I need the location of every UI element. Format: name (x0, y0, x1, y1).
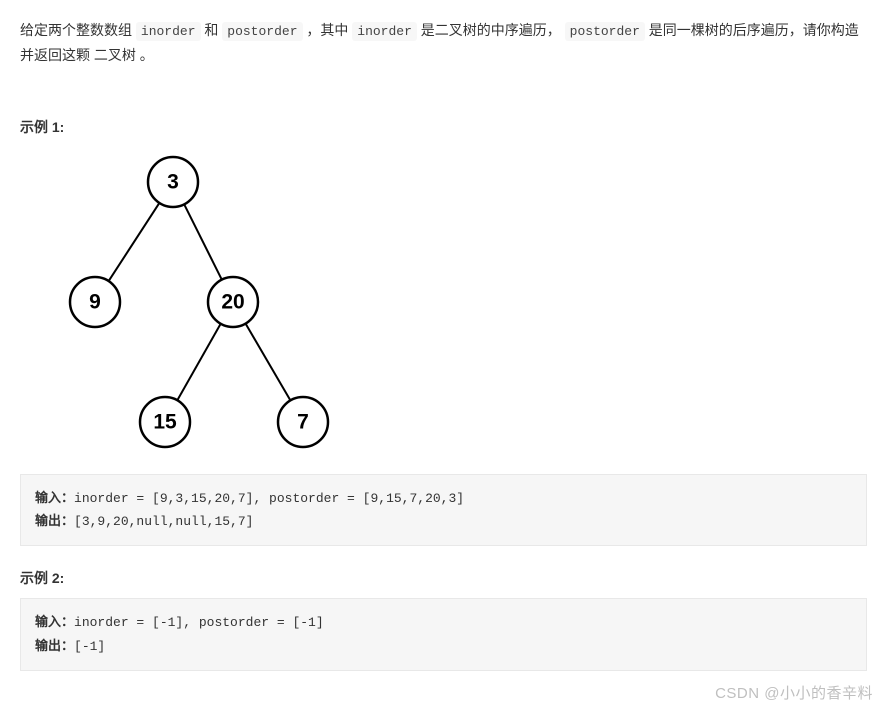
example-title: 示例 2: (20, 568, 867, 588)
desc-code: inorder (352, 22, 417, 41)
output-label: 输出： (35, 639, 74, 654)
tree-node-label: 7 (297, 410, 309, 433)
tree-container: 3 9 20 15 7 (40, 147, 867, 460)
example-title: 示例 1: (20, 117, 867, 137)
desc-text: ，其中 (303, 22, 353, 38)
tree-edge (246, 323, 291, 400)
output-value: [3,9,20,null,null,15,7] (74, 514, 253, 529)
desc-code: postorder (222, 22, 302, 41)
input-value: inorder = [-1], postorder = [-1] (74, 615, 324, 630)
tree-node-label: 15 (153, 410, 177, 433)
tree-node-label: 9 (89, 290, 101, 313)
input-line: 输入：inorder = [9,3,15,20,7], postorder = … (35, 487, 852, 510)
desc-code: inorder (136, 22, 201, 41)
tree-node-label: 20 (221, 290, 244, 313)
problem-description: 给定两个整数数组 inorder 和 postorder ，其中 inorder… (20, 18, 867, 69)
desc-text: 是二叉树的中序遍历， (417, 22, 565, 38)
example-section: 示例 2: 输入：inorder = [-1], postorder = [-1]… (20, 568, 867, 671)
example-section: 示例 1: 3 9 20 15 7 输入：inorder = [9,3,15,20,7], … (20, 117, 867, 547)
desc-code: postorder (565, 22, 645, 41)
binary-tree-diagram: 3 9 20 15 7 (40, 147, 340, 457)
output-line: 输出：[3,9,20,null,null,15,7] (35, 510, 852, 533)
input-value: inorder = [9,3,15,20,7], postorder = [9,… (74, 491, 464, 506)
example-code-block: 输入：inorder = [9,3,15,20,7], postorder = … (20, 474, 867, 547)
input-label: 输入： (35, 615, 74, 630)
output-label: 输出： (35, 514, 74, 529)
desc-text: 给定两个整数数组 (20, 22, 136, 38)
tree-edge (109, 203, 160, 281)
watermark: CSDN @小小的香辛料 (715, 682, 873, 703)
tree-edge (184, 204, 222, 279)
example-code-block: 输入：inorder = [-1], postorder = [-1]输出：[-… (20, 598, 867, 671)
output-line: 输出：[-1] (35, 635, 852, 658)
input-line: 输入：inorder = [-1], postorder = [-1] (35, 611, 852, 634)
input-label: 输入： (35, 491, 74, 506)
tree-edge (177, 323, 220, 399)
output-value: [-1] (74, 639, 105, 654)
desc-text: 和 (201, 22, 223, 38)
tree-node-label: 3 (167, 170, 179, 193)
